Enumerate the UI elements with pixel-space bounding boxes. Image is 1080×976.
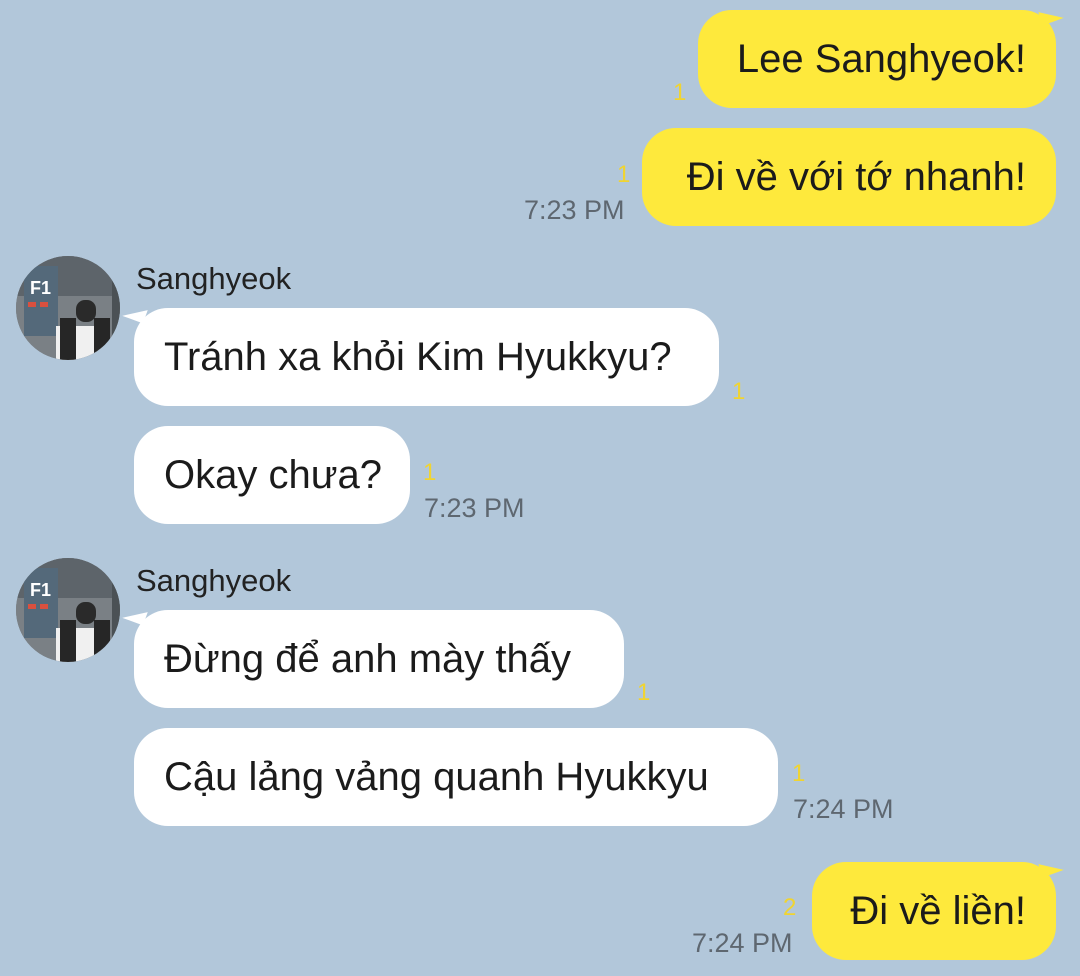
unread-count: 1 [637, 679, 651, 706]
unread-count: 1 [423, 459, 437, 486]
sender-name: Sanghyeok [136, 261, 292, 296]
message-bubble-incoming[interactable]: Đừng để anh mày thấy [134, 610, 624, 708]
avatar-photo: F1 [16, 256, 120, 360]
message-text: Đi về với tớ nhanh! [686, 154, 1026, 199]
message-text: Đừng để anh mày thấy [164, 636, 572, 681]
avatar-sign-text: F1 [30, 278, 51, 298]
message-text: Cậu lảng vảng quanh Hyukkyu [164, 754, 709, 799]
bubble-tail [122, 302, 148, 324]
unread-count: 1 [673, 79, 687, 106]
message-bubble-outgoing[interactable]: Đi về với tớ nhanh! [642, 128, 1056, 226]
message-bubble-incoming[interactable]: Cậu lảng vảng quanh Hyukkyu [134, 728, 778, 826]
message-timestamp: 7:23 PM [424, 493, 525, 523]
bubble-tail [1038, 4, 1064, 26]
message-timestamp: 7:24 PM [692, 928, 793, 958]
message-text: Đi về liền! [850, 888, 1026, 933]
message-bubble-incoming[interactable]: Tránh xa khỏi Kim Hyukkyu? [134, 308, 719, 406]
sender-name: Sanghyeok [136, 563, 292, 598]
message-text: Tránh xa khỏi Kim Hyukkyu? [164, 334, 672, 379]
unread-count: 1 [732, 378, 746, 405]
avatar-photo: F1 [16, 558, 120, 662]
bubble-tail [122, 604, 148, 626]
unread-count: 1 [792, 760, 806, 787]
bubble-tail [1038, 856, 1064, 878]
unread-count: 2 [783, 894, 797, 921]
message-timestamp: 7:24 PM [793, 794, 894, 824]
message-text: Okay chưa? [164, 452, 382, 497]
avatar-sign-text: F1 [30, 580, 51, 600]
unread-count: 1 [617, 161, 631, 188]
message-bubble-incoming[interactable]: Okay chưa? [134, 426, 410, 524]
message-bubble-outgoing[interactable]: Lee Sanghyeok! [698, 10, 1056, 108]
avatar[interactable]: F1 [16, 256, 120, 360]
message-timestamp: 7:23 PM [524, 195, 625, 225]
avatar[interactable]: F1 [16, 558, 120, 662]
message-text: Lee Sanghyeok! [736, 36, 1026, 81]
message-bubble-outgoing[interactable]: Đi về liền! [812, 862, 1056, 960]
